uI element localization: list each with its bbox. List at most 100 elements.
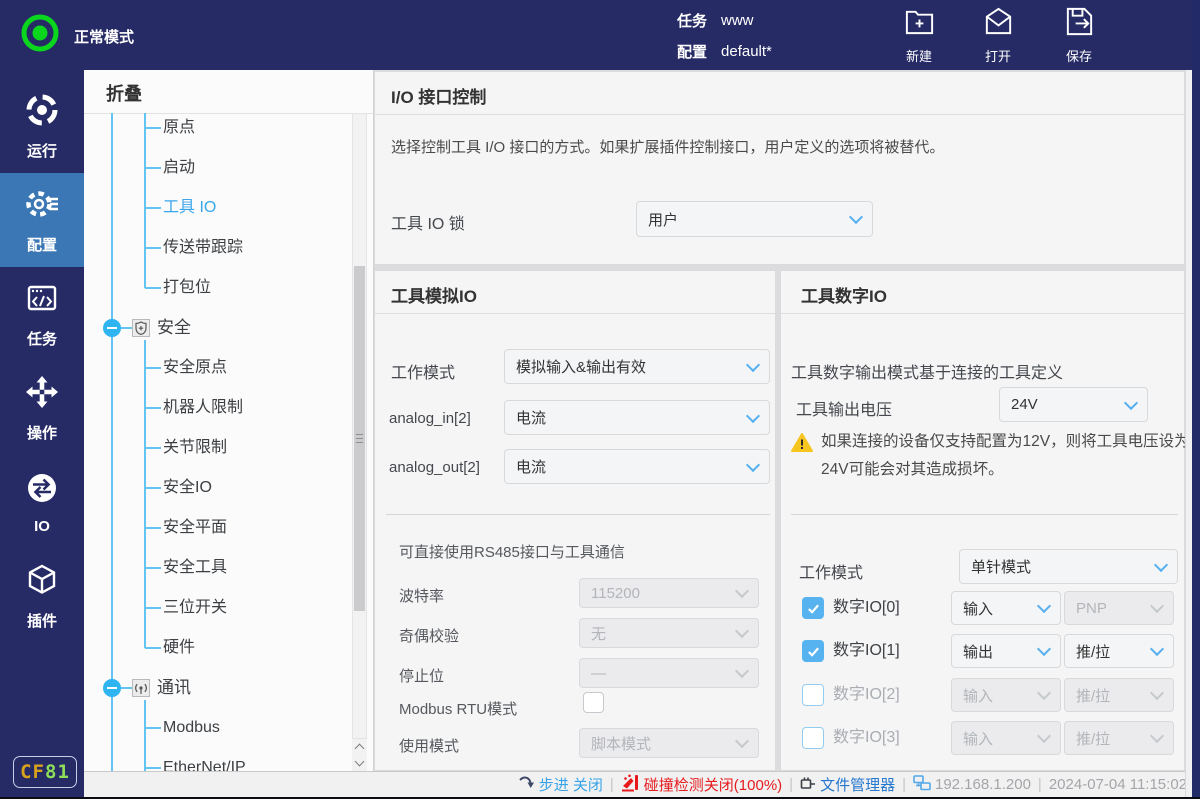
sidebar-item-config[interactable]: 配置 — [0, 173, 84, 267]
chevron-down-icon — [735, 734, 749, 748]
tree-item-label[interactable]: 安全IO — [163, 468, 212, 508]
collapse-node-icon[interactable] — [103, 319, 121, 337]
tree-scroll-down-button[interactable] — [352, 755, 367, 771]
tree-connector — [145, 407, 161, 409]
tree-item-label[interactable]: 通讯 — [157, 668, 191, 708]
tree-connector — [145, 767, 161, 769]
digital-io-enable-checkbox[interactable] — [802, 684, 824, 706]
usage-mode-label: 使用模式 — [399, 735, 459, 756]
cube-icon — [23, 561, 61, 603]
digital-io-label: 数字IO[1] — [833, 634, 900, 668]
analog-in-select[interactable]: 电流 — [504, 400, 770, 435]
step-mode-status[interactable]: 步进 关闭 — [518, 774, 603, 795]
collapse-all-button[interactable]: 折叠 — [106, 80, 142, 106]
digital-io-mode-select: 推/拉 — [1064, 678, 1174, 712]
digital-io-enable-checkbox[interactable] — [802, 640, 824, 662]
digital-note: 工具数字输出模式基于连接的工具定义 — [791, 359, 1063, 383]
left-sidebar: 运行 配置 任务 — [0, 70, 84, 799]
analog-in-label: analog_in[2] — [389, 410, 471, 427]
tree-row: 关节限制 — [84, 428, 354, 468]
tree-item-label[interactable]: EtherNet/IP — [163, 748, 246, 771]
shield-plus-icon — [132, 319, 150, 337]
voltage-select[interactable]: 24V — [999, 387, 1148, 422]
chevron-down-icon — [735, 624, 749, 638]
digital-io-mode-select[interactable]: 推/拉 — [1064, 634, 1174, 668]
chevron-down-icon — [1150, 686, 1164, 700]
new-button[interactable]: 新建 — [888, 5, 950, 65]
divider — [791, 514, 1178, 515]
analog-work-mode-label: 工作模式 — [391, 359, 455, 383]
tree-scrollbar-thumb[interactable] — [354, 266, 365, 611]
tool-digital-io-section: 工具数字IO 工具数字输出模式基于连接的工具定义 工具输出电压 24V 如果连接… — [780, 270, 1185, 771]
digital-io-direction-select: 输入 — [951, 721, 1061, 755]
main-scrollbar-gutter[interactable] — [1185, 70, 1192, 797]
config-label: 配置 — [677, 41, 707, 62]
separator: | — [610, 776, 614, 793]
tree-item-label[interactable]: 硬件 — [163, 628, 195, 668]
file-manager-link[interactable]: 文件管理器 — [800, 774, 895, 795]
save-button[interactable]: 保存 — [1048, 5, 1110, 65]
tree-connector — [145, 607, 161, 609]
section-title: 工具模拟IO — [391, 282, 477, 307]
warning-triangle-icon — [791, 433, 813, 458]
gear-list-icon — [23, 185, 61, 227]
chevron-down-icon — [735, 664, 749, 678]
collision-detect-status[interactable]: 碰撞检测关闭(100%) — [621, 774, 782, 796]
parity-label: 奇偶校验 — [399, 625, 459, 646]
tree-item-label[interactable]: 打包位 — [163, 268, 211, 308]
open-icon — [982, 5, 1015, 43]
robot-model-badge: CF81 — [13, 756, 77, 788]
tree-item-label[interactable]: 安全 — [157, 308, 191, 348]
collapse-node-icon[interactable] — [103, 679, 121, 697]
modbus-rtu-checkbox[interactable] — [583, 692, 604, 713]
tree-item-label[interactable]: 安全平面 — [163, 508, 227, 548]
chevron-down-icon — [1150, 599, 1164, 613]
tree-row: 原点 — [84, 108, 354, 148]
analog-out-select[interactable]: 电流 — [504, 449, 770, 484]
digital-io-direction-select[interactable]: 输入 — [951, 591, 1061, 625]
digital-io-direction-select[interactable]: 输出 — [951, 634, 1061, 668]
tool-io-lock-label: 工具 IO 锁 — [391, 210, 465, 234]
top-bar: 正常模式 任务 www 配置 default* 新建 — [0, 0, 1200, 70]
tree-connector — [145, 647, 161, 649]
open-button[interactable]: 打开 — [967, 5, 1029, 65]
chevron-down-icon — [1037, 686, 1051, 700]
tree-scrollbar[interactable] — [352, 113, 367, 739]
sidebar-item-io[interactable]: IO — [0, 455, 84, 549]
tree-item-label[interactable]: 传送带跟踪 — [163, 228, 243, 268]
tree-row: 机器人限制 — [84, 388, 354, 428]
digital-io-enable-checkbox[interactable] — [802, 597, 824, 619]
separator: | — [1038, 776, 1042, 793]
tree-item-label[interactable]: 启动 — [163, 148, 195, 188]
tree-item-label[interactable]: 工具 IO — [163, 188, 216, 228]
analog-out-label: analog_out[2] — [389, 459, 480, 476]
sidebar-item-run[interactable]: 运行 — [0, 79, 84, 173]
tree-item-label[interactable]: 关节限制 — [163, 428, 227, 468]
separator: | — [902, 776, 906, 793]
digital-io-mode-select: 推/拉 — [1064, 721, 1174, 755]
tree-item-label[interactable]: 安全原点 — [163, 348, 227, 388]
io-control-description: 选择控制工具 I/O 接口的方式。如果扩展插件控制接口，用户定义的选项将被替代。 — [391, 136, 944, 157]
section-title: 工具数字IO — [801, 282, 887, 307]
tree-connector — [121, 327, 132, 329]
tree-item-label[interactable]: 原点 — [163, 108, 195, 148]
tree-item-label[interactable]: 安全工具 — [163, 548, 227, 588]
tool-io-lock-select[interactable]: 用户 — [636, 201, 873, 237]
sidebar-item-plugin[interactable]: 插件 — [0, 549, 84, 643]
digital-io-row: 数字IO[3]输入推/拉 — [781, 721, 1184, 755]
digital-io-enable-checkbox[interactable] — [802, 727, 824, 749]
digital-io-row: 数字IO[0]输入PNP — [781, 591, 1184, 625]
digital-io-row: 数字IO[1] 输出推/拉 — [781, 634, 1184, 668]
tool-analog-io-section: 工具模拟IO 工作模式 模拟输入&输出有效 analog_in[2] 电流 an… — [374, 270, 776, 771]
tree-item-label[interactable]: 三位开关 — [163, 588, 227, 628]
tree-item-label[interactable]: Modbus — [163, 708, 220, 748]
tree-row: 打包位 — [84, 268, 354, 308]
chevron-down-icon — [746, 357, 760, 371]
sidebar-item-operate[interactable]: 操作 — [0, 361, 84, 455]
tree-item-label[interactable]: 机器人限制 — [163, 388, 243, 428]
tree-scroll-up-button[interactable] — [352, 739, 367, 755]
digital-work-mode-select[interactable]: 单针模式 — [959, 549, 1178, 584]
task-config-block: 任务 www 配置 default* — [677, 5, 772, 67]
analog-work-mode-select[interactable]: 模拟输入&输出有效 — [504, 349, 770, 384]
sidebar-item-task[interactable]: 任务 — [0, 267, 84, 361]
